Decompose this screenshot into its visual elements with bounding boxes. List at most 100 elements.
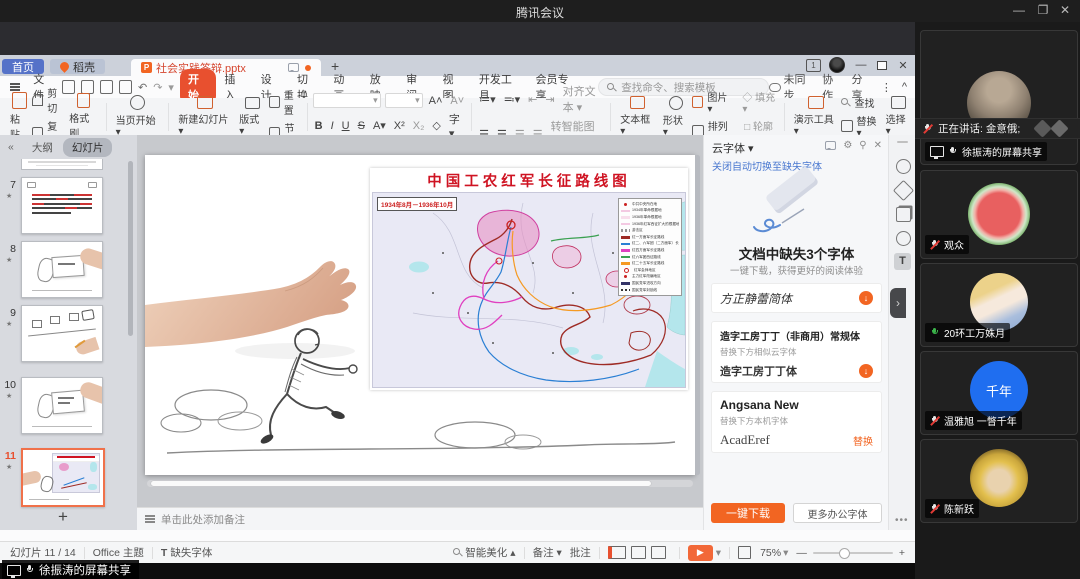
cut-button[interactable]: 剪切 [32, 85, 65, 115]
cloud-fonts-tool-active[interactable]: T [894, 253, 911, 270]
editor-vertical-scrollbar[interactable] [695, 155, 700, 475]
superscript-button[interactable]: X² [392, 120, 407, 132]
duplicate-window-icon[interactable] [896, 207, 911, 222]
subscript-button[interactable]: X₂ [411, 120, 427, 132]
window-count-badge[interactable]: 1 [806, 59, 821, 72]
indent-increase-button[interactable]: ⇥ [543, 93, 556, 106]
layout-button[interactable]: 版式 ▾ [235, 97, 268, 137]
more-fonts-button[interactable]: 更多办公字体 [793, 503, 882, 523]
pin-icon[interactable]: ⚲ [859, 140, 866, 151]
strikethrough-button[interactable]: S [356, 120, 367, 132]
bullets-button[interactable]: ≔▾ [477, 93, 498, 106]
reading-view-icon[interactable] [651, 546, 666, 559]
play-options-icon[interactable]: ▾ [716, 547, 721, 559]
collapse-panel-button[interactable]: « [8, 141, 14, 153]
maximize-button[interactable]: ❐ [1034, 3, 1052, 17]
close-button[interactable]: ✕ [1056, 3, 1074, 17]
notes-bar[interactable]: 单击此处添加备注 [137, 507, 703, 530]
slide-thumb-11-selected[interactable] [21, 448, 105, 507]
font-card-3[interactable]: Angsana New 替换下方本机字体 AcadEref替换 [711, 391, 882, 453]
theme-name[interactable]: Office 主题 [93, 545, 144, 560]
normal-view-icon[interactable] [608, 546, 626, 559]
shapes-button[interactable]: 形状 ▾ [659, 96, 692, 138]
more-tools-icon[interactable]: ••• [895, 515, 909, 526]
zoom-out-button[interactable]: — [796, 547, 807, 559]
comments-toggle[interactable]: 批注 [570, 545, 591, 560]
align-text-button[interactable]: 对齐文本 ▾ [561, 83, 606, 115]
new-slide-button[interactable]: 新建幻灯片 ▾ [174, 96, 235, 137]
drag-handle-icon[interactable] [897, 141, 908, 143]
slide-thumb-10[interactable] [21, 377, 103, 434]
settings-gear-icon[interactable]: ⚙ [843, 140, 852, 151]
add-slide-button[interactable]: + [58, 507, 68, 527]
paste-button[interactable]: 粘贴 [6, 92, 32, 141]
slide-canvas[interactable]: 中国工农红军长征路线图 [145, 155, 695, 475]
highlight-button[interactable]: ◇ [430, 119, 442, 132]
underline-button[interactable]: U [340, 120, 352, 132]
output-icon[interactable] [81, 80, 94, 94]
format-painter-button[interactable]: 格式刷 [65, 93, 100, 140]
panel-close-icon[interactable]: ✕ [874, 140, 882, 151]
font-color-button[interactable]: A▾ [371, 119, 388, 132]
sidebar-collapse-arrow[interactable]: › [890, 288, 906, 318]
beautify-wand-icon[interactable] [893, 180, 914, 201]
minimize-button[interactable]: — [1010, 3, 1028, 17]
italic-button[interactable]: I [329, 120, 336, 132]
download-all-button[interactable]: 一键下载 [711, 503, 785, 523]
collapse-ribbon-icon[interactable]: ^ [902, 81, 907, 93]
more-menu-icon[interactable]: ⋮ [881, 81, 892, 94]
editor-horizontal-scrollbar[interactable] [147, 480, 693, 487]
feedback-icon[interactable] [825, 141, 836, 150]
participant-tile-4[interactable]: 千年 温雅旭 一瞥千年 [920, 351, 1078, 435]
replace-link[interactable]: 替换 [853, 433, 873, 448]
present-tools-button[interactable]: 演示工具 ▾ [790, 96, 842, 137]
slide-thumb-7[interactable] [21, 177, 103, 234]
slide-thumb-6-partial[interactable] [21, 159, 103, 170]
preview-icon[interactable] [119, 80, 132, 94]
missing-fonts-status[interactable]: 缺失字体 [170, 545, 212, 560]
undo-icon[interactable]: ↶ [138, 81, 147, 94]
slide-thumb-9[interactable] [21, 305, 103, 362]
print-icon[interactable] [100, 80, 113, 94]
font-card-2[interactable]: 造字工房丁丁（非商用）常规体 替换下方相似云字体 造字工房丁丁体↓ [711, 321, 882, 383]
wps-restore-button[interactable] [877, 61, 887, 70]
picture-button[interactable]: 图片 ▾◇ 填充 ▾ [692, 89, 778, 115]
font-family-select[interactable]: ▾ [313, 93, 381, 108]
find-button[interactable]: 查找 [841, 95, 881, 110]
wps-close-button[interactable]: ✕ [895, 59, 911, 72]
thumbnail-scrollbar[interactable] [128, 161, 133, 336]
participant-tile-3[interactable]: 20环工万姝月 [920, 263, 1078, 347]
fit-window-icon[interactable] [738, 546, 751, 559]
beautify-button[interactable]: 智能美化 ▴ [453, 545, 515, 560]
sorter-view-icon[interactable] [631, 546, 646, 559]
font-card-1[interactable]: 方正静蕾简体 ↓ [711, 283, 882, 313]
zoom-level[interactable]: 75% [760, 547, 781, 559]
settings-sliders-icon[interactable] [896, 159, 911, 174]
select-button[interactable]: 选择 ▾ [882, 96, 915, 137]
help-icon[interactable] [896, 231, 911, 246]
zoom-slider[interactable] [813, 552, 893, 554]
reset-button[interactable]: 重置 [269, 87, 302, 117]
notes-toggle[interactable]: 备注 ▾ [533, 545, 562, 560]
slideshow-play-button[interactable]: ▶ [688, 545, 713, 561]
tab-outline[interactable]: 大纲 [32, 140, 53, 155]
redo-icon[interactable]: ↷ [153, 81, 162, 94]
font-size-select[interactable]: ▾ [385, 93, 423, 108]
play-from-current-button[interactable]: 当页开始 ▾ [112, 95, 164, 138]
shrink-font-button[interactable]: A˅ [448, 95, 466, 107]
grow-font-button[interactable]: A˄ [427, 95, 445, 107]
quickbar-more-icon[interactable]: ▾ [168, 81, 174, 94]
download-icon[interactable]: ↓ [859, 364, 873, 378]
participant-tile-sharer[interactable]: 徐振涛的屏幕共享 [920, 30, 1078, 165]
fill-button[interactable]: ◇ 填充 ▾ [742, 89, 778, 115]
zoom-slider-knob[interactable] [839, 548, 850, 559]
participant-tile-5[interactable]: 陈新跃 [920, 439, 1078, 523]
bold-button[interactable]: B [313, 120, 325, 132]
tab-slides[interactable]: 幻灯片 [63, 138, 113, 157]
indent-decrease-button[interactable]: ⇤ [526, 93, 539, 106]
slide-thumb-8[interactable] [21, 241, 103, 298]
participant-tile-audience[interactable]: 观众 [920, 170, 1078, 259]
download-icon[interactable]: ↓ [859, 291, 873, 305]
zoom-in-button[interactable]: + [899, 547, 905, 559]
wps-minimize-button[interactable]: — [853, 59, 869, 71]
